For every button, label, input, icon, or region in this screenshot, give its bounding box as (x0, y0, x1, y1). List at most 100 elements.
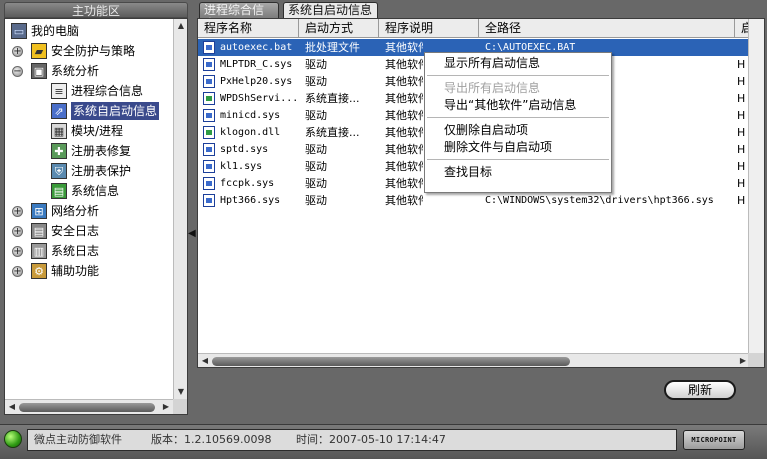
collapse-icon[interactable]: − (12, 66, 23, 77)
list-horizontal-scrollbar[interactable]: ◀ ▶ (198, 353, 750, 367)
tree-item-label: 系统自启动信息 (71, 102, 160, 120)
cell-name: klogon.dll (220, 127, 281, 138)
tree-item[interactable]: ▤ 系统信息 (5, 181, 173, 201)
tree-item-label: 系统日志 (51, 244, 100, 258)
expand-icon[interactable]: + (12, 46, 23, 57)
tree-item-label: 系统信息 (71, 184, 120, 198)
expand-icon[interactable]: + (12, 266, 23, 277)
menu-export-other-software[interactable]: 导出“其他软件”启动信息 (425, 97, 611, 114)
startup-icon: ⇗ (51, 103, 67, 119)
network-icon: ⊞ (31, 203, 47, 219)
tab-process-info[interactable]: 进程综合信息 (199, 2, 279, 31)
table-row[interactable]: Hpt366.sys 驱动 其他软件 C:\WINDOWS\system32\driv… (198, 192, 764, 209)
tree-item[interactable]: − ▣ 系统分析 (5, 61, 173, 81)
sys-file-icon (203, 194, 215, 207)
collapse-panel-arrow-icon[interactable]: ◀ (188, 228, 196, 242)
tree-item-label: 注册表修复 (71, 144, 132, 158)
tree-item[interactable]: + ⊞ 网络分析 (5, 201, 173, 221)
scroll-down-arrow-icon[interactable]: ▼ (175, 386, 187, 398)
menu-delete-file-and-startup[interactable]: 删除文件与自启动项 (425, 139, 611, 156)
cell-mode: 驱动 (305, 58, 327, 71)
bat-file-icon (203, 41, 215, 54)
tab-startup-info[interactable]: 系统自启动信息 (283, 2, 378, 18)
scroll-right-arrow-icon[interactable]: ▶ (160, 401, 172, 413)
tree-item[interactable]: ▦ 模块/进程 (5, 121, 173, 141)
expand-icon[interactable]: + (12, 226, 23, 237)
column-header-mode[interactable]: 启动方式 (299, 19, 379, 37)
status-led-icon (4, 430, 22, 448)
cell-name: WPDShServi... (220, 93, 298, 104)
system-icon: ▣ (31, 63, 47, 79)
cell-name: fccpk.sys (220, 178, 275, 189)
cell-desc: 其他软件 (385, 75, 423, 88)
sys-file-icon (203, 177, 215, 190)
tree-item[interactable]: ✚ 注册表修复 (5, 141, 173, 161)
scroll-left-arrow-icon[interactable]: ◀ (6, 401, 18, 413)
system-log-icon: ▥ (31, 243, 47, 259)
tree-item-label: 系统分析 (51, 64, 100, 78)
cell-mode: 系统直接... (305, 92, 360, 105)
dll-file-icon (203, 126, 215, 139)
cell-desc: 其他软件 (385, 160, 423, 173)
tree-item[interactable]: + ▥ 系统日志 (5, 241, 173, 261)
sys-file-icon (203, 58, 215, 71)
status-bar: 微点主动防御软件 版本：1.2.10569.0098 时间：2007-05-10… (0, 424, 767, 459)
context-menu: 显示所有启动信息 导出所有启动信息 导出“其他软件”启动信息 仅删除自启动项 删… (424, 52, 612, 193)
sys-file-icon (203, 160, 215, 173)
tree-item[interactable]: + ▰ 安全防护与策略 (5, 41, 173, 61)
tree-item[interactable]: + ▤ 安全日志 (5, 221, 173, 241)
menu-find-target[interactable]: 查找目标 (425, 164, 611, 181)
tree-item[interactable]: + ⚙ 辅助功能 (5, 261, 173, 281)
tree-horizontal-scrollbar[interactable]: ◀ ▶ (5, 399, 173, 414)
cell-name: Hpt366.sys (220, 195, 281, 206)
menu-separator (427, 117, 609, 118)
cell-name: kl1.sys (220, 161, 263, 172)
menu-show-all-startup[interactable]: 显示所有启动信息 (425, 55, 611, 72)
micropoint-logo: MICROPOINT (683, 430, 745, 450)
cell-desc: 其他软件 (385, 109, 423, 122)
list-scroll-corner (748, 353, 764, 367)
tree-item[interactable]: ⇗ 系统自启动信息 (5, 101, 173, 121)
expand-icon[interactable]: + (12, 206, 23, 217)
module-icon: ▦ (51, 123, 67, 139)
menu-separator (427, 75, 609, 76)
cell-name: sptd.sys (220, 144, 269, 155)
list-header: 程序名称 启动方式 程序说明 全路径 启 (198, 19, 764, 38)
system-info-icon: ▤ (51, 183, 67, 199)
scroll-up-arrow-icon[interactable]: ▲ (175, 20, 187, 32)
menu-delete-startup-only[interactable]: 仅删除自启动项 (425, 122, 611, 139)
tree-item-label: 模块/进程 (71, 124, 124, 138)
registry-repair-icon: ✚ (51, 143, 67, 159)
product-name: 微点主动防御软件 (34, 433, 122, 446)
tree-item-label: 注册表保护 (71, 164, 132, 178)
menu-separator (427, 159, 609, 160)
list-scroll-left-arrow-icon[interactable]: ◀ (199, 355, 211, 367)
tree-vertical-scrollbar[interactable]: ▲ ▼ (173, 19, 187, 399)
tree-item[interactable]: ≡ 进程综合信息 (5, 81, 173, 101)
function-tree: ▭ 我的电脑 + ▰ 安全防护与策略 − ▣ 系统分析 ≡ 进程综合信息 ⇗ 系统自启动信息 ▦ 模块/进… (5, 19, 173, 399)
list-scroll-thumb[interactable] (212, 357, 570, 366)
expand-icon[interactable]: + (12, 246, 23, 257)
column-header-desc[interactable]: 程序说明 (379, 19, 479, 37)
status-info: 微点主动防御软件 版本：1.2.10569.0098 时间：2007-05-10… (27, 429, 677, 451)
refresh-button[interactable]: 刷新 (664, 380, 736, 400)
cell-mode: 驱动 (305, 160, 327, 173)
cell-name: autoexec.bat (220, 42, 293, 53)
app-window: 主功能区 ▭ 我的电脑 + ▰ 安全防护与策略 − ▣ 系统分析 ≡ 进程综合信息 ⇗ 系统自启动信息… (0, 0, 767, 459)
cell-desc: 其他软件 (385, 41, 423, 54)
main-function-panel: 主功能区 ▭ 我的电脑 + ▰ 安全防护与策略 − ▣ 系统分析 ≡ 进程综合信息 ⇗ 系统自启动信息… (4, 2, 188, 415)
tree-item[interactable]: ▭ 我的电脑 (5, 21, 173, 41)
cell-mode: 驱动 (305, 177, 327, 190)
cell-mode: 系统直接... (305, 126, 360, 139)
tree-item-label: 辅助功能 (51, 264, 100, 278)
tools-icon: ⚙ (31, 263, 47, 279)
column-header-name[interactable]: 程序名称 (198, 19, 299, 37)
process-icon: ≡ (51, 83, 67, 99)
list-vertical-scrollbar[interactable] (748, 19, 764, 355)
function-tree-box: ▭ 我的电脑 + ▰ 安全防护与策略 − ▣ 系统分析 ≡ 进程综合信息 ⇗ 系统自启动信息 ▦ 模块/进… (4, 18, 188, 415)
dll-file-icon (203, 92, 215, 105)
tree-scroll-thumb[interactable] (19, 403, 155, 412)
tree-item[interactable]: ⛨ 注册表保护 (5, 161, 173, 181)
tree-item-label: 进程综合信息 (71, 84, 144, 98)
column-header-path[interactable]: 全路径 (479, 19, 735, 37)
